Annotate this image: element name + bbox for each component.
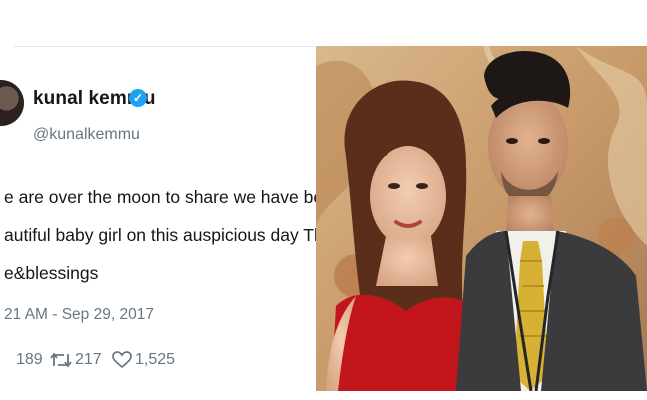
heart-icon	[112, 351, 132, 369]
tweet-text-line-3: e&blessings	[4, 263, 99, 283]
retweet-icon	[50, 352, 72, 368]
avatar[interactable]	[0, 80, 24, 126]
couple-photo-illustration	[316, 46, 647, 391]
couple-photo	[316, 46, 647, 391]
tweet-text-line-1: e are over the moon to share we have bee…	[4, 187, 316, 207]
tweet-text-line-2: autiful baby girl on this auspicious day…	[4, 225, 316, 245]
author-handle[interactable]: @kunalkemmu	[33, 126, 140, 144]
tweet-timestamp[interactable]: 21 AM - Sep 29, 2017	[4, 306, 154, 324]
tweet-card: kunal kemmu ✓ @kunalkemmu e are over the…	[0, 0, 316, 400]
like-button[interactable]: 1,525	[112, 351, 175, 369]
retweet-button[interactable]: 217	[50, 351, 102, 369]
reply-count-button[interactable]: 189	[16, 351, 43, 369]
top-divider	[14, 46, 314, 47]
reply-count: 189	[16, 351, 43, 368]
like-count: 1,525	[135, 351, 176, 368]
retweet-count: 217	[75, 351, 102, 368]
verified-badge-icon: ✓	[129, 89, 147, 107]
